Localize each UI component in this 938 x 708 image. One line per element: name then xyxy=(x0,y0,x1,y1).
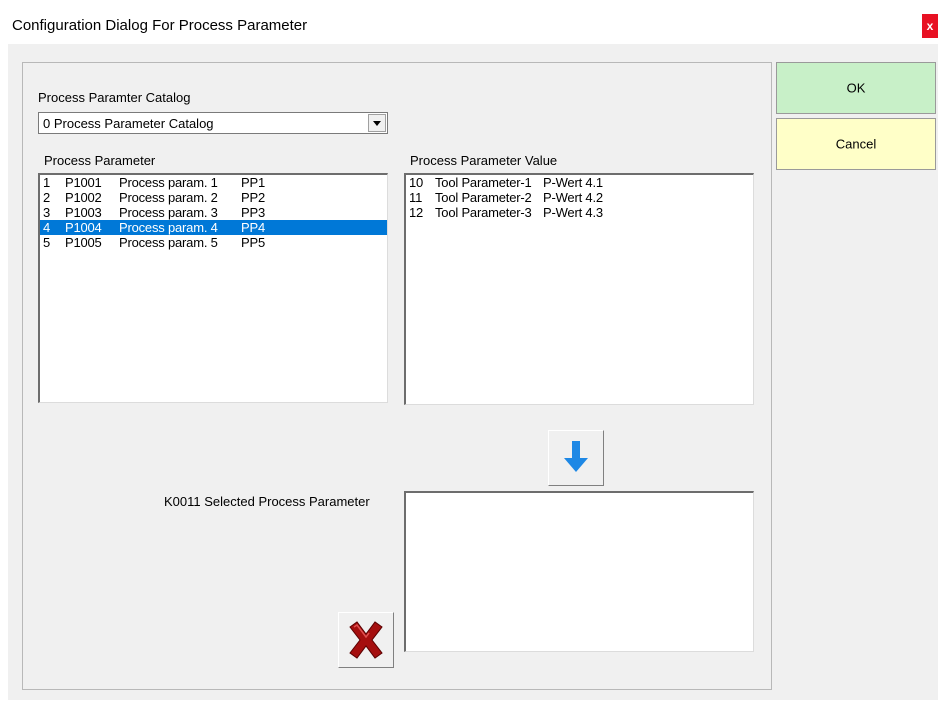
chevron-down-icon[interactable] xyxy=(368,114,386,132)
ok-button[interactable]: OK xyxy=(776,62,936,114)
list-cell: PP1 xyxy=(241,175,265,190)
cancel-button-label: Cancel xyxy=(835,136,877,152)
process-parameter-value-label: Process Parameter Value xyxy=(410,153,558,168)
add-parameter-button[interactable] xyxy=(548,430,604,486)
catalog-label: Process Paramter Catalog xyxy=(38,90,191,105)
list-cell: 4 xyxy=(43,220,51,235)
selected-parameter-list[interactable] xyxy=(404,491,754,652)
remove-parameter-button[interactable] xyxy=(338,612,394,668)
list-cell: P1001 xyxy=(65,175,102,190)
list-cell: Tool Parameter-1 xyxy=(435,175,532,190)
list-cell: 3 xyxy=(43,205,51,220)
arrow-down-icon xyxy=(564,441,588,472)
list-cell: 12 xyxy=(409,205,424,220)
title-bar: Configuration Dialog For Process Paramet… xyxy=(0,0,938,44)
list-cell: 1 xyxy=(43,175,51,190)
cancel-button[interactable]: Cancel xyxy=(776,118,936,170)
list-cell: PP5 xyxy=(241,235,265,250)
list-cell: 11 xyxy=(409,190,423,205)
list-cell: P-Wert 4.2 xyxy=(543,190,603,205)
list-cell: 5 xyxy=(43,235,51,250)
list-cell: P1005 xyxy=(65,235,102,250)
list-cell: PP2 xyxy=(241,190,265,205)
list-item[interactable]: 10 Tool Parameter-1 P-Wert 4.1 xyxy=(406,175,753,190)
list-cell: Tool Parameter-3 xyxy=(435,205,532,220)
close-button[interactable]: x xyxy=(922,14,938,38)
list-cell: Tool Parameter-2 xyxy=(435,190,532,205)
process-parameter-label: Process Parameter xyxy=(44,153,156,168)
list-item[interactable]: 2 P1002 Process param. 2 PP2 xyxy=(40,190,387,205)
list-cell: Process param. 5 xyxy=(119,235,218,250)
list-item[interactable]: 3 P1003 Process param. 3 PP3 xyxy=(40,205,387,220)
catalog-dropdown[interactable]: 0 Process Parameter Catalog xyxy=(38,112,388,134)
list-cell: P-Wert 4.3 xyxy=(543,205,603,220)
process-parameter-value-list[interactable]: 10 Tool Parameter-1 P-Wert 4.1 11 Tool Param… xyxy=(404,173,754,405)
list-item[interactable]: 12 Tool Parameter-3 P-Wert 4.3 xyxy=(406,205,753,220)
list-item[interactable]: 4 P1004 Process param. 4 PP4 xyxy=(40,220,387,235)
close-icon: x xyxy=(926,19,934,33)
list-cell: P-Wert 4.1 xyxy=(543,175,603,190)
list-cell: PP3 xyxy=(241,205,265,220)
list-item[interactable]: 1 P1001 Process param. 1 PP1 xyxy=(40,175,387,190)
list-item[interactable]: 5 P1005 Process param. 5 PP5 xyxy=(40,235,387,250)
list-cell: Process param. 1 xyxy=(119,175,218,190)
process-parameter-list[interactable]: 1 P1001 Process param. 1 PP1 2 P1002 Process p… xyxy=(38,173,388,403)
list-cell: Process param. 4 xyxy=(119,220,218,235)
window-title: Configuration Dialog For Process Paramet… xyxy=(12,17,308,34)
list-cell: 2 xyxy=(43,190,51,205)
list-cell: Process param. 3 xyxy=(119,205,218,220)
list-cell: P1003 xyxy=(65,205,102,220)
list-cell: 10 xyxy=(409,175,424,190)
list-cell: Process param. 2 xyxy=(119,190,218,205)
list-cell: P1002 xyxy=(65,190,102,205)
catalog-selected-value: 0 Process Parameter Catalog xyxy=(43,116,214,131)
selected-parameter-label: K0011 Selected Process Parameter xyxy=(164,494,370,509)
ok-button-label: OK xyxy=(846,80,866,96)
list-item[interactable]: 11 Tool Parameter-2 P-Wert 4.2 xyxy=(406,190,753,205)
list-cell: PP4 xyxy=(241,220,265,235)
red-x-icon xyxy=(349,621,383,659)
list-cell: P1004 xyxy=(65,220,102,235)
